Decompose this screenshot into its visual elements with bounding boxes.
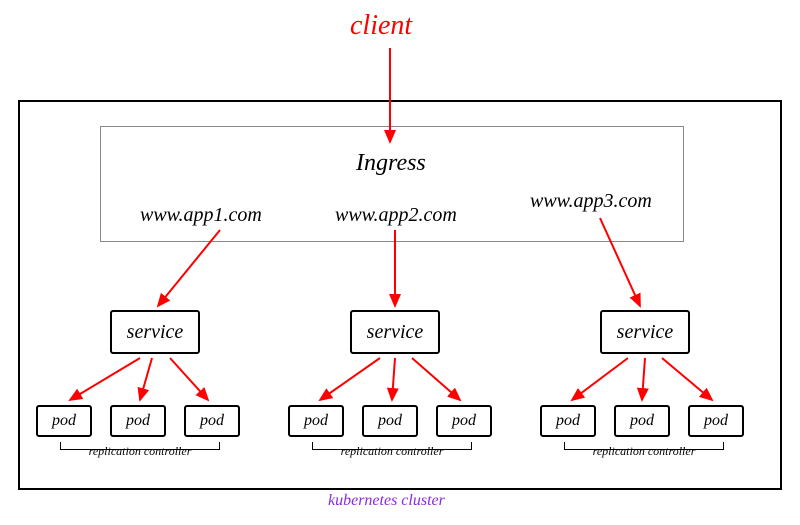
cluster-label: kubernetes cluster bbox=[328, 492, 445, 510]
pod-box-app1-1: pod bbox=[110, 405, 166, 437]
pod-box-app3-0: pod bbox=[540, 405, 596, 437]
pod-label: pod bbox=[126, 412, 150, 430]
pod-box-app3-2: pod bbox=[688, 405, 744, 437]
rc-label-app1: replication controller bbox=[60, 444, 220, 459]
rc-label-app2: replication controller bbox=[312, 444, 472, 459]
diagram-stage: client Ingress www.app1.com www.app2.com… bbox=[0, 0, 800, 525]
pod-box-app3-1: pod bbox=[614, 405, 670, 437]
service-box-app2: service bbox=[350, 310, 440, 354]
client-label: client bbox=[350, 10, 412, 42]
rc-label-app3: replication controller bbox=[564, 444, 724, 459]
service-box-app3: service bbox=[600, 310, 690, 354]
pod-label: pod bbox=[452, 412, 476, 430]
pod-label: pod bbox=[704, 412, 728, 430]
pod-label: pod bbox=[630, 412, 654, 430]
pod-label: pod bbox=[556, 412, 580, 430]
pod-label: pod bbox=[52, 412, 76, 430]
pod-box-app2-1: pod bbox=[362, 405, 418, 437]
pod-label: pod bbox=[304, 412, 328, 430]
service-label-app3: service bbox=[617, 321, 674, 344]
ingress-label: Ingress bbox=[356, 150, 426, 177]
pod-box-app2-0: pod bbox=[288, 405, 344, 437]
host-label-app3: www.app3.com bbox=[530, 190, 652, 213]
service-box-app1: service bbox=[110, 310, 200, 354]
pod-box-app1-0: pod bbox=[36, 405, 92, 437]
service-label-app1: service bbox=[127, 321, 184, 344]
service-label-app2: service bbox=[367, 321, 424, 344]
pod-label: pod bbox=[378, 412, 402, 430]
host-label-app1: www.app1.com bbox=[140, 204, 262, 227]
pod-box-app2-2: pod bbox=[436, 405, 492, 437]
pod-label: pod bbox=[200, 412, 224, 430]
host-label-app2: www.app2.com bbox=[335, 204, 457, 227]
pod-box-app1-2: pod bbox=[184, 405, 240, 437]
